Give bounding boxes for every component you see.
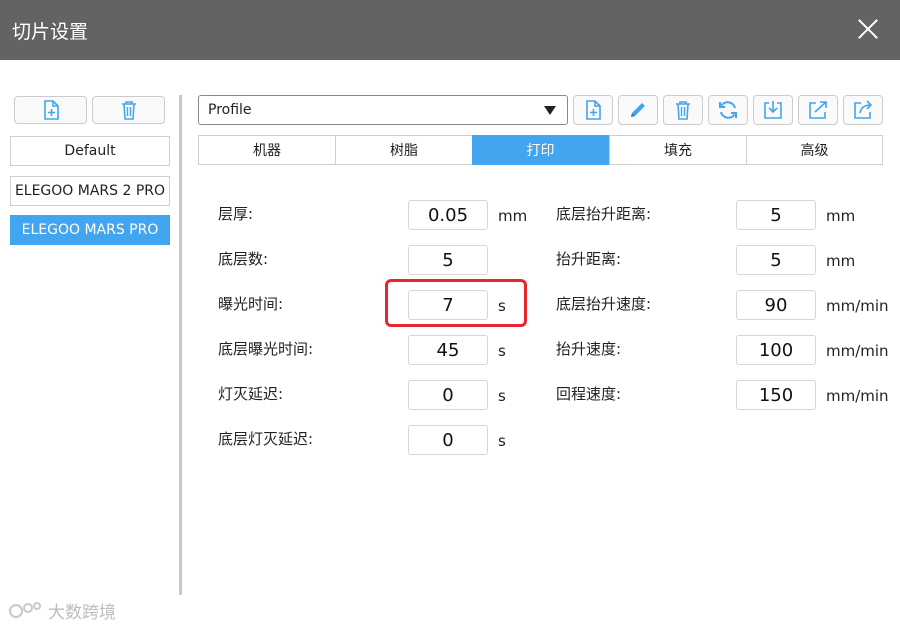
layer-thickness-label: 层厚: <box>218 205 254 223</box>
export-icon <box>809 101 827 119</box>
light-off-delay-unit: s <box>498 387 506 405</box>
rename-profile-button[interactable] <box>618 95 658 125</box>
bottom-light-off-delay-unit: s <box>498 432 506 450</box>
reset-button[interactable] <box>708 95 748 125</box>
bottom-exposure-time-unit: s <box>498 342 506 360</box>
bottom-lift-distance-label: 底层抬升距离: <box>556 205 652 223</box>
add-profile-button[interactable] <box>14 96 87 124</box>
layer-thickness-unit: mm <box>498 207 528 225</box>
watermark: 大数跨境 <box>8 598 116 623</box>
lift-distance-input[interactable] <box>736 245 816 275</box>
refresh-icon <box>719 101 737 119</box>
lift-speed-label: 抬升速度: <box>556 340 622 358</box>
import-button[interactable] <box>753 95 793 125</box>
profile-item-mars-2-pro[interactable]: ELEGOO MARS 2 PRO <box>10 176 170 206</box>
add-file-icon <box>43 100 59 120</box>
bottom-lift-speed-label: 底层抬升速度: <box>556 295 652 313</box>
import-icon <box>764 101 782 119</box>
lift-distance-label: 抬升距离: <box>556 250 622 268</box>
delete-button[interactable] <box>663 95 703 125</box>
close-icon[interactable] <box>853 14 883 44</box>
retract-speed-label: 回程速度: <box>556 385 622 403</box>
exposure-time-highlight <box>385 279 527 327</box>
add-file-icon <box>586 100 601 120</box>
bottom-lift-speed-unit: mm/min <box>826 297 889 315</box>
light-off-delay-label: 灯灭延迟: <box>218 385 284 403</box>
retract-speed-unit: mm/min <box>826 387 889 405</box>
new-profile-button[interactable] <box>573 95 613 125</box>
lift-speed-unit: mm/min <box>826 342 889 360</box>
bottom-exposure-time-input[interactable] <box>408 335 488 365</box>
tab-resin[interactable]: 树脂 <box>335 135 473 165</box>
layer-thickness-input[interactable] <box>408 200 488 230</box>
bottom-lift-speed-input[interactable] <box>736 290 816 320</box>
logo-icon <box>9 601 41 618</box>
pencil-icon <box>631 103 645 117</box>
bottom-light-off-delay-input[interactable] <box>408 425 488 455</box>
bottom-layers-label: 底层数: <box>218 250 269 268</box>
bottom-lift-distance-input[interactable] <box>736 200 816 230</box>
delete-profile-button[interactable] <box>92 96 165 124</box>
share-icon <box>854 100 873 119</box>
lift-speed-input[interactable] <box>736 335 816 365</box>
sidebar-divider <box>179 95 182 595</box>
chevron-down-icon <box>544 106 556 115</box>
profile-item-default[interactable]: Default <box>10 136 170 166</box>
trash-icon <box>676 101 690 120</box>
tab-machine[interactable]: 机器 <box>198 135 336 165</box>
bottom-light-off-delay-label: 底层灯灭延迟: <box>218 430 314 448</box>
tab-fill[interactable]: 填充 <box>609 135 747 165</box>
tab-advanced[interactable]: 高级 <box>746 135 883 165</box>
export-button[interactable] <box>798 95 838 125</box>
title-bar: 切片设置 <box>0 0 900 60</box>
light-off-delay-input[interactable] <box>408 380 488 410</box>
watermark-text: 大数跨境 <box>48 603 116 623</box>
trash-icon <box>121 101 136 120</box>
profile-select-value: Profile <box>208 102 252 118</box>
tab-print[interactable]: 打印 <box>472 135 609 165</box>
profile-item-mars-pro[interactable]: ELEGOO MARS PRO <box>10 215 170 245</box>
bottom-exposure-time-label: 底层曝光时间: <box>218 340 314 358</box>
window-title: 切片设置 <box>12 21 89 43</box>
share-button[interactable] <box>843 95 883 125</box>
lift-distance-unit: mm <box>826 252 856 270</box>
retract-speed-input[interactable] <box>736 380 816 410</box>
exposure-time-label: 曝光时间: <box>218 295 284 313</box>
bottom-layers-input[interactable] <box>408 245 488 275</box>
profile-select[interactable]: Profile <box>198 95 568 125</box>
bottom-lift-distance-unit: mm <box>826 207 856 225</box>
